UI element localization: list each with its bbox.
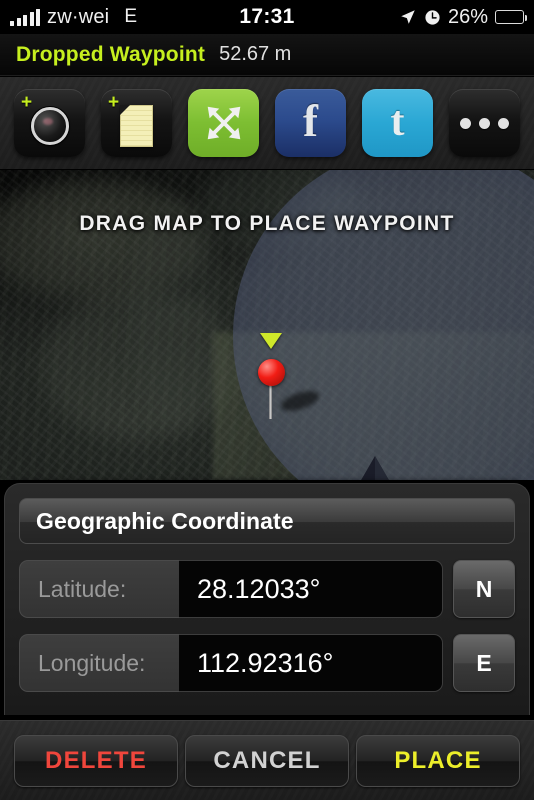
add-note-button[interactable]: +: [101, 89, 172, 157]
bottom-action-bar: DELETE CANCEL PLACE: [0, 720, 534, 800]
network-type: E: [124, 6, 138, 27]
add-badge-icon: +: [108, 92, 120, 113]
battery-icon: [495, 10, 527, 24]
alarm-clock-icon: [425, 9, 440, 25]
expand-arrows-icon: [207, 106, 240, 140]
drag-instruction-label: DRAG MAP TO PLACE WAYPOINT: [79, 212, 455, 235]
map-view[interactable]: DRAG MAP TO PLACE WAYPOINT: [0, 170, 534, 480]
add-photo-button[interactable]: +: [14, 89, 85, 157]
carrier-name: zw·wei: [47, 5, 110, 28]
pin-needle: [269, 381, 272, 419]
cancel-button[interactable]: CANCEL: [185, 734, 349, 787]
add-badge-icon: +: [21, 92, 33, 113]
more-options-button[interactable]: [449, 89, 520, 157]
latitude-label: Latitude:: [19, 560, 179, 618]
waypoint-distance: 52.67 m: [219, 43, 292, 65]
coordinate-panel-header: Geographic Coordinate: [19, 498, 515, 544]
longitude-hemisphere-button[interactable]: E: [453, 634, 515, 692]
heading-arrow-icon: [361, 456, 389, 480]
status-bar-right: 26%: [399, 5, 527, 29]
expand-map-button[interactable]: [188, 89, 259, 157]
delete-button[interactable]: DELETE: [14, 734, 178, 787]
facebook-icon: f: [303, 96, 318, 146]
pin-head: [258, 359, 285, 386]
map-pin-icon[interactable]: [248, 333, 322, 419]
status-bar: zw·wei E 17:31 26%: [0, 0, 534, 34]
share-twitter-button[interactable]: t: [362, 89, 433, 157]
longitude-label: Longitude:: [19, 634, 179, 692]
waypoint-title-bar: Dropped Waypoint 52.67 m: [0, 34, 534, 76]
camera-icon: [30, 106, 69, 145]
signal-bars-icon: [10, 8, 40, 26]
location-arrow-icon: [401, 10, 415, 24]
note-icon: [120, 104, 153, 147]
status-bar-left: zw·wei E: [10, 6, 137, 29]
latitude-hemisphere-button[interactable]: N: [453, 560, 515, 618]
share-facebook-button[interactable]: f: [275, 89, 346, 157]
battery-percent: 26%: [447, 5, 488, 28]
longitude-row: Longitude: 112.92316° E: [19, 634, 515, 692]
app-root: zw·wei E 17:31 26% Dropped Waypoint 52.6…: [0, 0, 534, 800]
place-button[interactable]: PLACE: [356, 734, 520, 787]
action-toolbar: + + f t: [0, 77, 534, 170]
latitude-input[interactable]: 28.12033°: [179, 560, 443, 618]
longitude-input[interactable]: 112.92316°: [179, 634, 443, 692]
twitter-icon: t: [390, 99, 405, 145]
waypoint-name: Dropped Waypoint: [16, 42, 206, 66]
coordinate-panel: Geographic Coordinate Latitude: 28.12033…: [4, 483, 530, 715]
ellipsis-icon: [460, 117, 509, 129]
waypoint-triangle-icon: [260, 333, 282, 349]
latitude-row: Latitude: 28.12033° N: [19, 560, 515, 618]
coordinate-panel-title: Geographic Coordinate: [36, 507, 294, 534]
